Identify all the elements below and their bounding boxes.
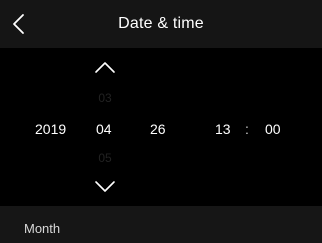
month-previous-value: 03: [98, 91, 112, 105]
footer-bar: Month: [0, 206, 322, 243]
chevron-up-icon: [95, 62, 115, 73]
chevron-down-icon: [95, 181, 115, 192]
hour-value[interactable]: 13: [215, 121, 231, 137]
date-time-picker: 03 2019 04 26 13 : 00 05: [0, 48, 322, 206]
top-bar: Date & time: [0, 0, 322, 48]
month-down-button[interactable]: [93, 180, 117, 194]
page-title: Date & time: [118, 15, 204, 32]
day-value[interactable]: 26: [150, 121, 166, 137]
selected-field-label: Month: [24, 221, 61, 236]
time-separator: :: [245, 121, 249, 137]
minute-value[interactable]: 00: [265, 121, 281, 137]
year-value[interactable]: 2019: [35, 121, 66, 137]
month-up-button[interactable]: [93, 60, 117, 74]
month-value[interactable]: 04: [96, 121, 112, 137]
month-next-value: 05: [98, 151, 112, 165]
